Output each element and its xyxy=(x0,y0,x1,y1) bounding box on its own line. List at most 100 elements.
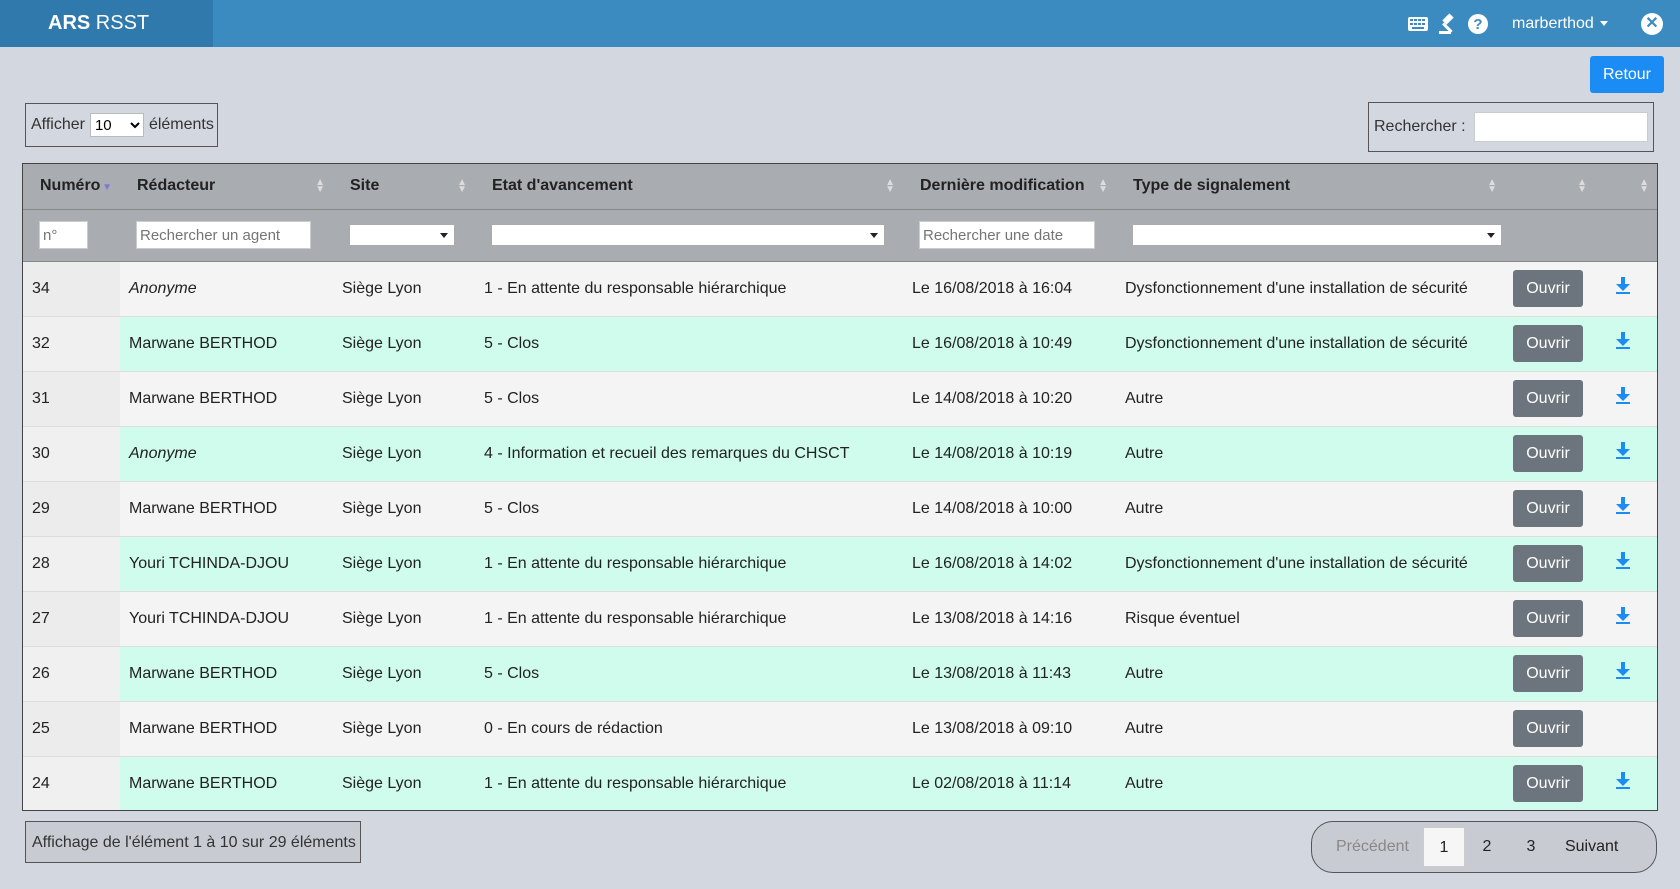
length-menu-suffix: éléments xyxy=(148,116,214,133)
cell-type: Risque éventuel xyxy=(1116,590,1505,646)
filter-type-select[interactable] xyxy=(1132,224,1502,246)
table-row: 25 Marwane BERTHOD Siège Lyon 0 - En cours … xyxy=(23,700,1657,756)
open-button[interactable]: Ouvrir xyxy=(1513,765,1583,803)
open-button[interactable]: Ouvrir xyxy=(1513,325,1583,362)
cell-action: Ouvrir xyxy=(1505,755,1595,810)
pagination-previous[interactable]: Précédent xyxy=(1336,838,1409,856)
open-button[interactable]: Ouvrir xyxy=(1513,490,1583,527)
sort-icon: ▲ ▼ xyxy=(1639,177,1649,195)
cell-etat: 0 - En cours de rédaction xyxy=(475,700,903,756)
cell-type: Dysfonctionnement d'une installation de … xyxy=(1116,315,1505,371)
cell-numero: 30 xyxy=(23,425,120,481)
cell-action: Ouvrir xyxy=(1505,535,1595,591)
cell-action: Ouvrir xyxy=(1505,425,1595,481)
table-row: 30 Anonyme Siège Lyon 4 - Information et re… xyxy=(23,425,1657,481)
cell-site: Siège Lyon xyxy=(333,700,475,756)
open-button[interactable]: Ouvrir xyxy=(1513,600,1583,637)
filter-site-select[interactable] xyxy=(349,224,455,246)
sort-icon: ▲ ▼ xyxy=(457,177,467,195)
cell-modification: Le 16/08/2018 à 16:04 xyxy=(903,260,1116,316)
pagination-page[interactable]: 3 xyxy=(1511,838,1551,856)
cell-action: Ouvrir xyxy=(1505,645,1595,701)
cell-site: Siège Lyon xyxy=(333,425,475,481)
open-button[interactable]: Ouvrir xyxy=(1513,545,1583,582)
download-icon[interactable] xyxy=(1615,442,1631,460)
download-icon[interactable] xyxy=(1615,277,1631,295)
cell-type: Autre xyxy=(1116,755,1505,810)
cell-etat: 1 - En attente du responsable hiérarchiq… xyxy=(475,590,903,646)
open-button[interactable]: Ouvrir xyxy=(1513,710,1583,747)
pagination-next[interactable]: Suivant xyxy=(1565,838,1618,856)
cell-site: Siège Lyon xyxy=(333,645,475,701)
col-etat[interactable]: Etat d'avancement ▲ ▼ xyxy=(475,164,903,210)
cell-redacteur: Youri TCHINDA-DJOU xyxy=(120,535,333,591)
cell-site: Siège Lyon xyxy=(333,535,475,591)
close-icon[interactable]: ✕ xyxy=(1641,13,1663,35)
cell-numero: 26 xyxy=(23,645,120,701)
download-icon[interactable] xyxy=(1615,387,1631,405)
keyboard-icon[interactable] xyxy=(1405,11,1431,37)
open-button[interactable]: Ouvrir xyxy=(1513,270,1583,307)
filter-date-input[interactable] xyxy=(919,221,1095,249)
sort-icon: ▲ ▼ xyxy=(1098,177,1108,195)
cell-site: Siège Lyon xyxy=(333,480,475,536)
filter-etat-select[interactable] xyxy=(491,224,885,246)
cell-download xyxy=(1595,645,1657,701)
col-action[interactable]: ▲ ▼ xyxy=(1505,164,1595,210)
col-modification[interactable]: Dernière modification ▲ ▼ xyxy=(903,164,1116,210)
signalements-table: Numéro ▼ Rédacteur ▲ ▼ Site ▲ ▼ Etat d'avance… xyxy=(22,163,1658,811)
cell-etat: 5 - Clos xyxy=(475,645,903,701)
cell-numero: 24 xyxy=(23,755,120,810)
cell-action: Ouvrir xyxy=(1505,315,1595,371)
cell-type: Autre xyxy=(1116,370,1505,426)
download-icon[interactable] xyxy=(1615,772,1631,790)
open-button[interactable]: Ouvrir xyxy=(1513,435,1583,472)
sort-icon: ▲ ▼ xyxy=(315,177,325,195)
open-button[interactable]: Ouvrir xyxy=(1513,380,1583,417)
cell-numero: 29 xyxy=(23,480,120,536)
cell-etat: 4 - Information et recueil des remarques… xyxy=(475,425,903,481)
table-filter-row xyxy=(23,209,1657,262)
col-download[interactable]: ▲ ▼ xyxy=(1595,164,1657,210)
download-icon[interactable] xyxy=(1615,662,1631,680)
pagination-page[interactable]: 2 xyxy=(1467,838,1507,856)
cell-redacteur: Anonyme xyxy=(120,260,333,316)
cell-modification: Le 14/08/2018 à 10:20 xyxy=(903,370,1116,426)
top-navbar: ARS RSST ? marberthod ✕ xyxy=(0,0,1680,47)
col-numero[interactable]: Numéro ▼ xyxy=(23,164,120,210)
table-row: 31 Marwane BERTHOD Siège Lyon 5 - Clos Le 14… xyxy=(23,370,1657,426)
cell-type: Autre xyxy=(1116,425,1505,481)
cell-action: Ouvrir xyxy=(1505,590,1595,646)
app-brand[interactable]: ARS RSST xyxy=(0,0,213,47)
table-row: 24 Marwane BERTHOD Siège Lyon 1 - En attent… xyxy=(23,755,1657,810)
open-button[interactable]: Ouvrir xyxy=(1513,655,1583,692)
table-info: Affichage de l'élément 1 à 10 sur 29 élé… xyxy=(25,821,361,863)
download-icon[interactable] xyxy=(1615,607,1631,625)
pagination-page-current[interactable]: 1 xyxy=(1422,827,1465,867)
cell-etat: 5 - Clos xyxy=(475,480,903,536)
cell-numero: 28 xyxy=(23,535,120,591)
cell-redacteur: Marwane BERTHOD xyxy=(120,645,333,701)
cell-download xyxy=(1595,755,1657,810)
col-redacteur[interactable]: Rédacteur ▲ ▼ xyxy=(120,164,333,210)
download-icon[interactable] xyxy=(1615,332,1631,350)
username: marberthod xyxy=(1512,15,1594,32)
cell-type: Autre xyxy=(1116,645,1505,701)
search-input[interactable] xyxy=(1473,112,1648,142)
col-type[interactable]: Type de signalement ▲ ▼ xyxy=(1116,164,1505,210)
user-menu[interactable]: marberthod xyxy=(1512,0,1608,47)
download-icon[interactable] xyxy=(1615,552,1631,570)
filter-agent-input[interactable] xyxy=(136,221,311,249)
cell-redacteur: Marwane BERTHOD xyxy=(120,480,333,536)
top-icon-group: ? xyxy=(1405,0,1495,47)
download-icon[interactable] xyxy=(1615,497,1631,515)
gavel-icon[interactable] xyxy=(1435,11,1461,37)
page-length-select[interactable]: 10 xyxy=(89,113,144,137)
table-row: 32 Marwane BERTHOD Siège Lyon 5 - Clos Le 16… xyxy=(23,315,1657,371)
help-icon[interactable]: ? xyxy=(1465,11,1491,37)
retour-button[interactable]: Retour xyxy=(1590,56,1664,93)
col-site[interactable]: Site ▲ ▼ xyxy=(333,164,475,210)
cell-modification: Le 14/08/2018 à 10:19 xyxy=(903,425,1116,481)
filter-numero-input[interactable] xyxy=(39,221,88,249)
cell-modification: Le 13/08/2018 à 11:43 xyxy=(903,645,1116,701)
